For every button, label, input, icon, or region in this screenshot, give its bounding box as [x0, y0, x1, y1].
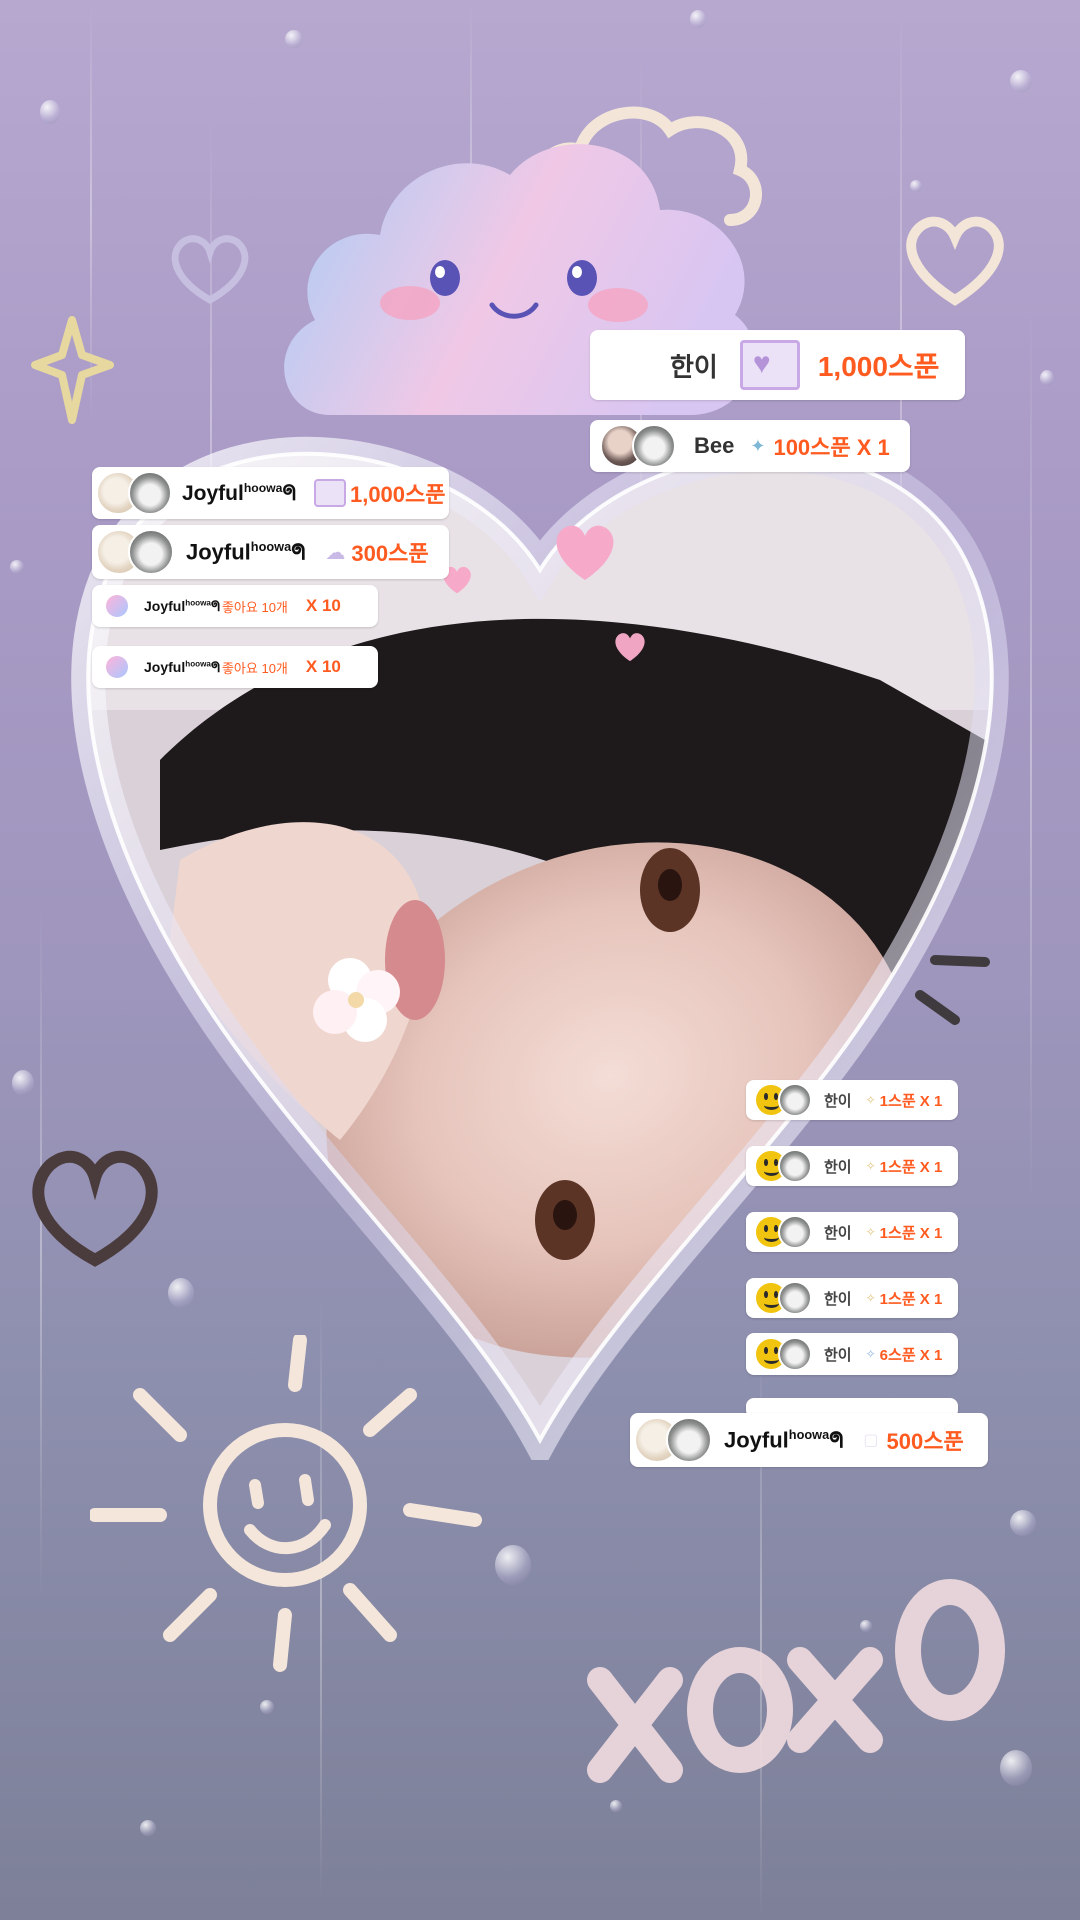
gift-card: Joyfulhoowaᖗ ☁ 300스푼: [92, 525, 449, 579]
gift-card: 한이 ✧ 6스푼 X 1: [746, 1333, 958, 1375]
gift-card: 한이 ♥ 1,000스푼: [590, 330, 965, 400]
sender-avatars: [754, 1281, 812, 1315]
heart-doodle-small: [171, 235, 249, 305]
like-multiplier: X 10: [305, 596, 341, 615]
sparkle-doodle: [31, 316, 114, 424]
sender-avatars: [96, 471, 172, 515]
gift-amount: 100스푼 X 1: [773, 435, 890, 460]
gift-amount: 1스푼 X 1: [879, 1158, 943, 1176]
gift-sender-name: Joyfulhoowaᖗ: [186, 538, 306, 565]
gift-sender-name: 한이: [670, 351, 718, 382]
sender-avatars: [754, 1149, 812, 1183]
like-card: Joyfulhoowaᖗ 좋아요 10개 X 10: [92, 646, 378, 688]
like-card: Joyfulhoowaᖗ 좋아요 10개 X 10: [92, 585, 378, 627]
avatar: [632, 424, 676, 468]
gift-sender-name: 한이: [824, 1290, 852, 1308]
gift-sender-name: Joyfulhoowaᖗ: [724, 1426, 844, 1453]
like-label: 좋아요 10개: [221, 599, 288, 615]
gift-amount: 1,000스푼: [817, 351, 940, 382]
gift-amount: 1스푼 X 1: [879, 1290, 943, 1308]
spoon-icon: ✧: [865, 1159, 876, 1173]
gift-card: 한이 ✧ 1스푼 X 1: [746, 1278, 958, 1318]
gift-card: Joyfulhoowaᖗ ▢ 500스푼: [630, 1413, 988, 1467]
heart-doodle-dark: [32, 1150, 158, 1267]
like-sender-name: Joyfulhoowaᖗ: [144, 658, 220, 675]
gift-sender-name: 한이: [824, 1224, 852, 1242]
gift-sender-name: Joyfulhoowaᖗ: [182, 480, 296, 505]
sender-avatars: [600, 424, 680, 468]
gift-sender-name: Bee: [694, 433, 735, 458]
gift-card: Bee ✦ 100스푼 X 1: [590, 420, 910, 472]
sun-smiley-doodle: [90, 1335, 482, 1672]
avatar: [666, 1417, 712, 1463]
cloud-gift-icon: ☁: [325, 541, 346, 564]
gift-card: 한이 ✧ 1스푼 X 1: [746, 1212, 958, 1252]
sender-avatars: [754, 1337, 812, 1371]
avatar: [778, 1215, 812, 1249]
like-multiplier: X 10: [305, 657, 341, 676]
dash-marks-doodle: [915, 955, 990, 1025]
like-label: 좋아요 10개: [221, 660, 288, 676]
gift-card: 한이 ✧ 1스푼 X 1: [746, 1080, 958, 1120]
sender-avatars: [634, 1417, 712, 1463]
like-heart-icon: [106, 595, 128, 617]
avatar: [778, 1281, 812, 1315]
gift-sender-name: 한이: [824, 1158, 852, 1176]
heart-doodle-top-right: [906, 216, 1004, 306]
gift-amount: 500스푼: [886, 1429, 964, 1454]
avatar: [778, 1149, 812, 1183]
spoon-icon: ✧: [865, 1225, 876, 1239]
xoxo-doodle: [587, 1579, 1005, 1783]
sender-avatars: [96, 529, 174, 575]
spoon-icon: ✧: [865, 1291, 876, 1305]
heart-gift-icon: ♥: [739, 340, 800, 390]
gift-amount: 300스푼: [351, 541, 429, 566]
gift-amount: 6스푼 X 1: [879, 1346, 943, 1364]
avatar: [778, 1337, 812, 1371]
gift-icon: ▢: [863, 1432, 879, 1449]
gift-sender-name: 한이: [824, 1092, 852, 1110]
like-heart-icon: [106, 656, 128, 678]
heart-gift-icon: [313, 479, 346, 507]
avatar: [128, 529, 174, 575]
gift-amount: 1스푼 X 1: [879, 1092, 943, 1110]
gift-card: Joyfulhoowaᖗ 1,000스푼: [92, 467, 449, 519]
spoon-icon: ✧: [865, 1093, 876, 1107]
gift-amount: 1,000스푼: [349, 482, 446, 507]
pink-heart-large: [556, 525, 614, 580]
gift-icon: ✦: [750, 435, 766, 456]
sender-avatars: [754, 1215, 812, 1249]
sender-avatars: [754, 1083, 812, 1117]
avatar: [778, 1083, 812, 1117]
gift-card: 한이 ✧ 1스푼 X 1: [746, 1146, 958, 1186]
spoon-icon: ✧: [865, 1347, 876, 1361]
pink-heart-small-2: [615, 633, 645, 662]
gift-sender-name: 한이: [824, 1346, 852, 1364]
avatar: [128, 471, 172, 515]
gift-amount: 1스푼 X 1: [879, 1224, 943, 1242]
like-sender-name: Joyfulhoowaᖗ: [144, 597, 220, 614]
